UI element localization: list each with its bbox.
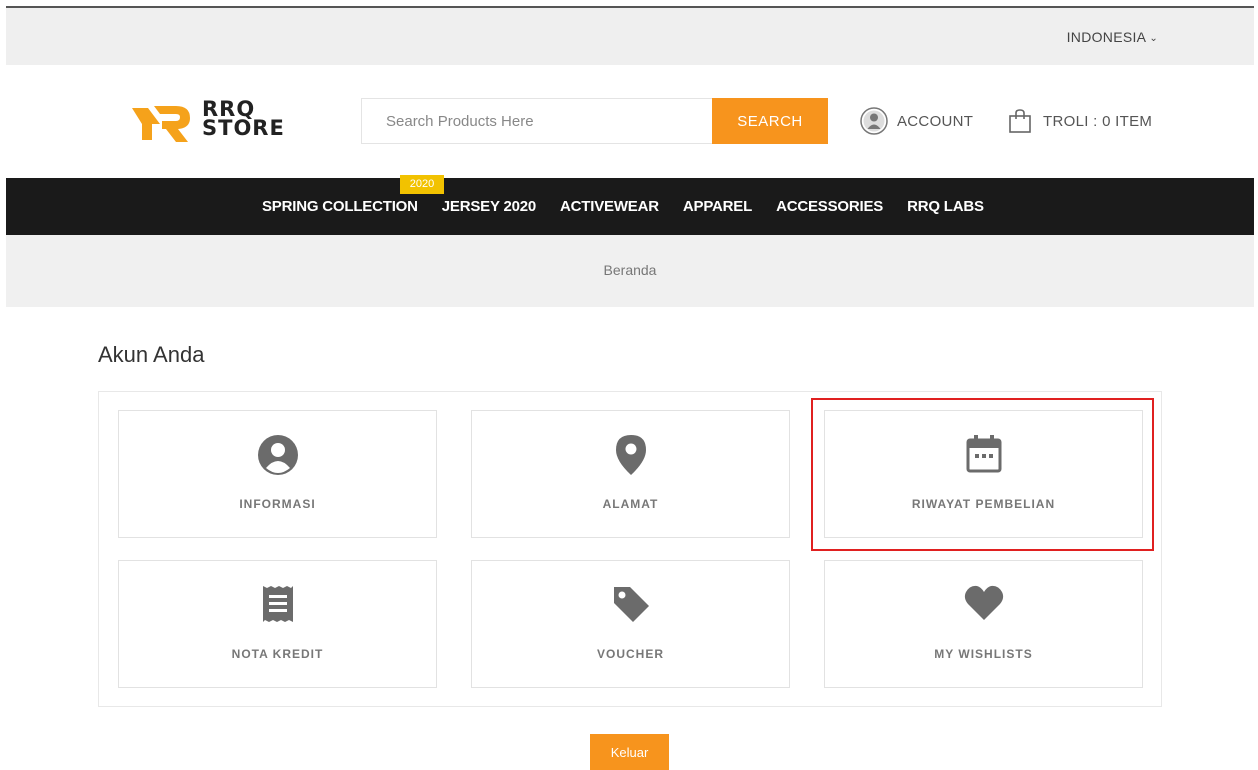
language-selector[interactable]: INDONESIA ⌄ [1067,29,1158,45]
top-bar: INDONESIA ⌄ [6,8,1254,65]
receipt-icon [262,586,293,622]
account-icon [860,107,888,135]
cart-link[interactable]: TROLI : 0 ITEM [1008,107,1152,135]
nav-items: SPRING COLLECTION JERSEY 2020 ACTIVEWEAR… [262,198,1008,215]
account-label: ACCOUNT [897,112,974,130]
chevron-down-icon: ⌄ [1149,33,1158,44]
header: RRQ STORE SEARCH ACCOUNT TROLI : 0 ITEM [6,65,1254,178]
tile-label: MY WISHLISTS [934,647,1033,661]
tile-riwayat-pembelian[interactable]: RIWAYAT PEMBELIAN [824,410,1143,538]
logo-text: RRQ STORE [202,99,285,140]
tile-alamat[interactable]: ALAMAT [471,410,790,538]
new-badge: 2020 [400,175,444,194]
tile-label: RIWAYAT PEMBELIAN [911,497,1056,511]
nav-item-accessories[interactable]: ACCESSORIES [776,198,883,215]
nav-item-apparel[interactable]: APPAREL [683,198,752,215]
user-circle-icon [257,435,298,475]
logo-line-2: STORE [202,116,285,140]
page-title: Akun Anda [98,342,205,367]
tile-label: NOTA KREDIT [231,647,324,661]
calendar-icon [966,435,1001,473]
tile-voucher[interactable]: VOUCHER [471,560,790,688]
search-button[interactable]: SEARCH [712,98,828,144]
breadcrumb: Beranda [6,235,1254,307]
shopping-bag-icon [1009,109,1031,133]
tile-label: ALAMAT [602,497,659,511]
store-logo[interactable]: RRQ STORE [130,97,305,147]
map-pin-icon [615,435,646,475]
nav-item-spring-collection[interactable]: SPRING COLLECTION [262,198,418,215]
tile-label: VOUCHER [596,647,664,661]
heart-icon [964,585,1003,620]
cart-label: TROLI : 0 ITEM [1043,112,1153,130]
tile-informasi[interactable]: INFORMASI [118,410,437,538]
tile-my-wishlists[interactable]: MY WISHLISTS [824,560,1143,688]
tag-icon [613,587,649,622]
search-input[interactable] [362,99,712,143]
account-link[interactable]: ACCOUNT [860,107,973,135]
nav-item-jersey-2020[interactable]: JERSEY 2020 [442,198,536,215]
search-box: SEARCH [361,98,828,144]
breadcrumb-home[interactable]: Beranda [6,262,1254,278]
logout-button[interactable]: Keluar [590,734,669,770]
main-nav: 2020 SPRING COLLECTION JERSEY 2020 ACTIV… [6,175,1254,235]
rrq-logo-icon [132,106,190,142]
language-label: INDONESIA [1066,29,1147,45]
tile-nota-kredit[interactable]: NOTA KREDIT [118,560,437,688]
nav-item-activewear[interactable]: ACTIVEWEAR [560,198,659,215]
account-panel: INFORMASI ALAMAT RIWAYAT PEMBELIAN NOTA … [98,391,1162,707]
nav-item-rrq-labs[interactable]: RRQ LABS [907,198,984,215]
tile-label: INFORMASI [239,497,316,511]
